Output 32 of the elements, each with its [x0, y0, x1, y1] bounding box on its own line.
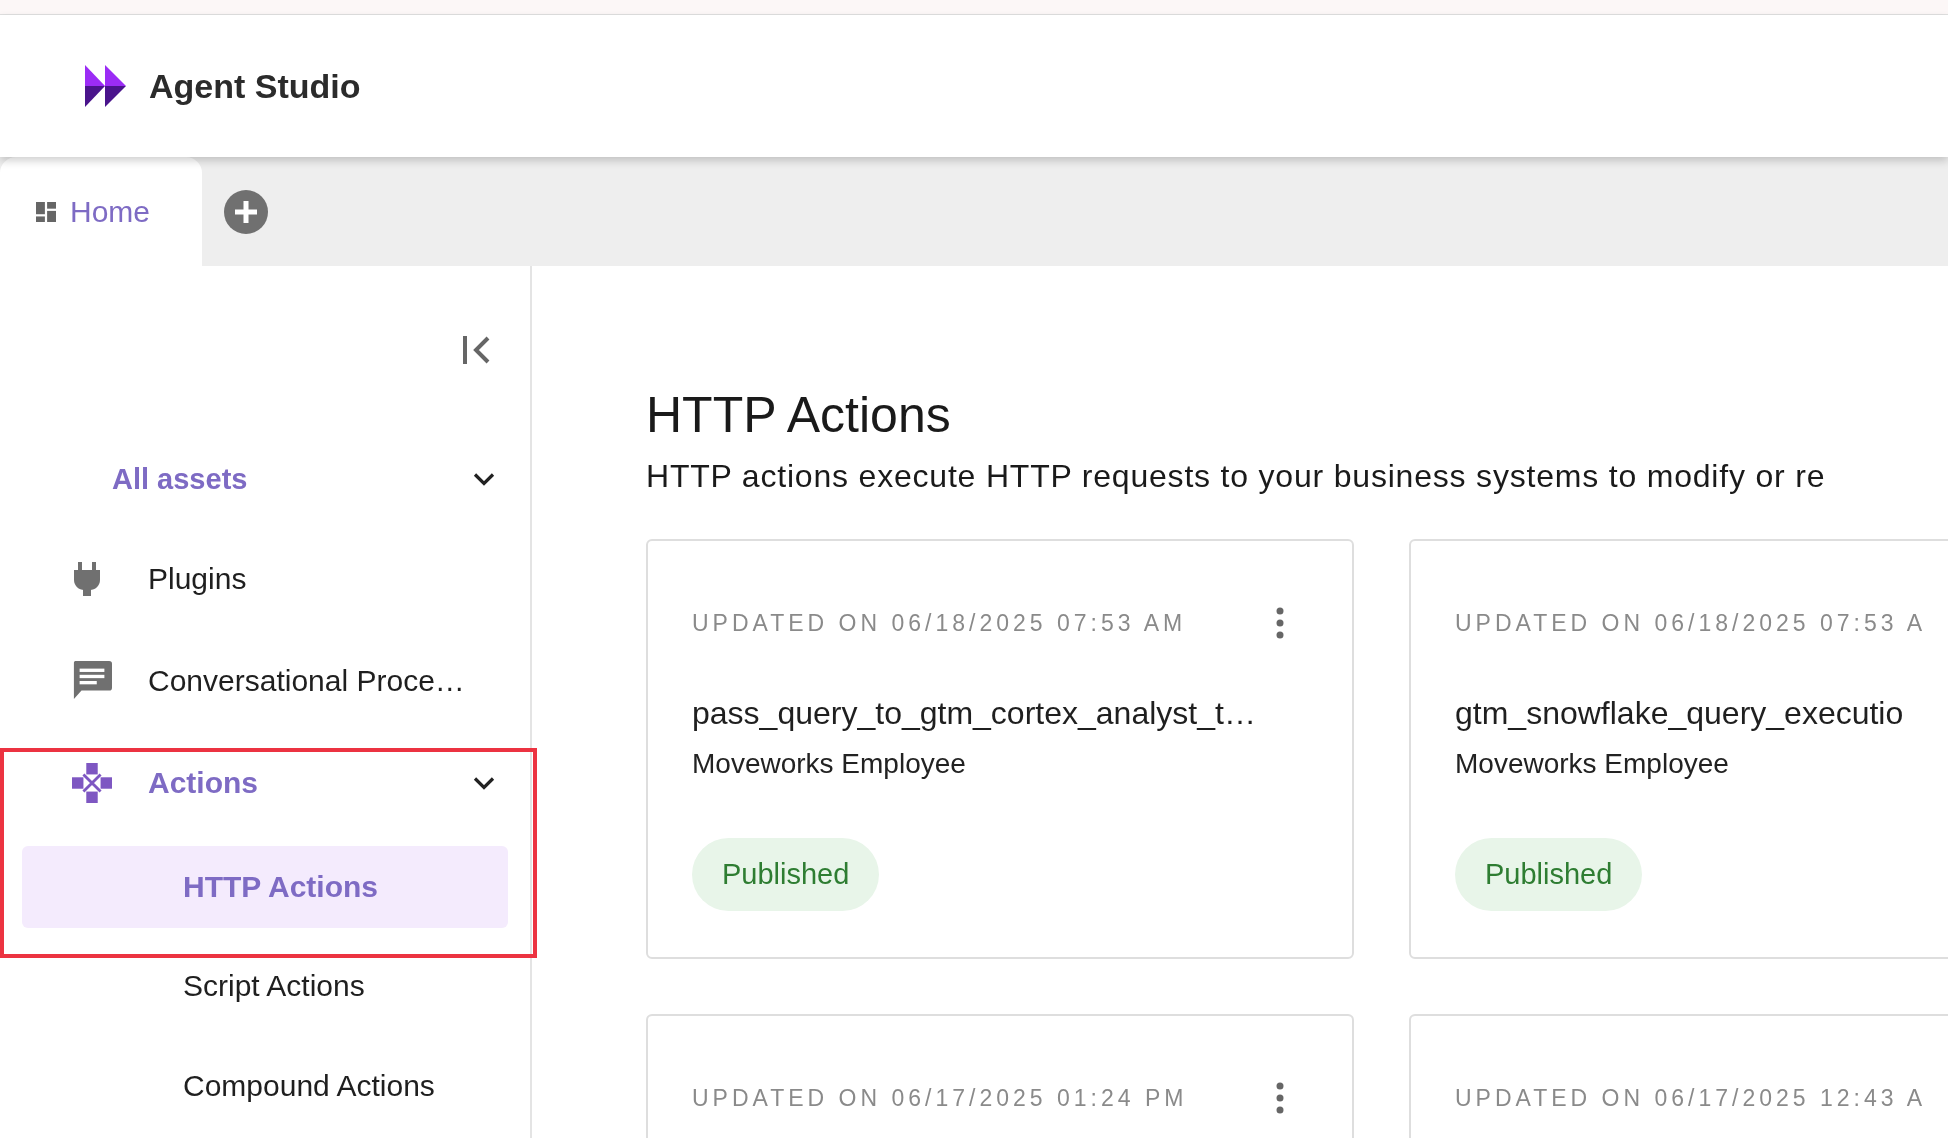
- updated-date: UPDATED ON 06/17/2025 12:43 A: [1455, 1084, 1926, 1112]
- nav-item[interactable]: Conversational Proce…: [0, 630, 530, 732]
- status-badge: Published: [692, 838, 880, 911]
- plug-icon: [72, 562, 102, 596]
- updated-date: UPDATED ON 06/17/2025 01:24 PM: [692, 1084, 1188, 1112]
- puzzle-cross-icon: [72, 763, 112, 803]
- page-description: HTTP actions execute HTTP requests to your business systems to modify or re: [646, 458, 1827, 495]
- nav-item[interactable]: Actions: [0, 732, 530, 834]
- nav-item[interactable]: Plugins: [0, 528, 530, 630]
- logo-icon: [85, 65, 127, 107]
- action-name: pass_query_to_gtm_cortex_analyst_t…: [692, 695, 1257, 732]
- sub-nav-item[interactable]: Script Actions: [22, 936, 508, 1036]
- home-tab[interactable]: Home: [0, 157, 202, 266]
- sub-nav-item[interactable]: HTTP Actions: [22, 846, 508, 928]
- dashboard-icon: [36, 201, 56, 222]
- updated-date: UPDATED ON 06/18/2025 07:53 A: [1455, 609, 1926, 637]
- sub-nav-item[interactable]: Compound Actions: [22, 1036, 508, 1136]
- updated-date: UPDATED ON 06/18/2025 07:53 AM: [692, 609, 1187, 637]
- collapse-sidebar-icon[interactable]: [462, 334, 492, 366]
- action-card[interactable]: UPDATED ON 06/18/2025 07:53 A gtm_snowflake_query_executio Moveworks Employee Published: [1409, 539, 1948, 959]
- action-card[interactable]: UPDATED ON 06/18/2025 07:53 AM pass_query_to_gtm_cortex_analyst_t… Moveworks Employee Published: [646, 539, 1354, 959]
- owner-name: Moveworks Employee: [1455, 748, 1730, 780]
- action-name: gtm_snowflake_query_executio: [1455, 695, 1905, 732]
- status-badge: Published: [1455, 838, 1643, 911]
- all-assets-dropdown[interactable]: All assets: [112, 444, 496, 514]
- chat-icon: [72, 661, 112, 701]
- owner-name: Moveworks Employee: [692, 748, 967, 780]
- add-tab-icon[interactable]: [224, 189, 268, 234]
- page-title: HTTP Actions: [646, 386, 952, 444]
- more-options-icon[interactable]: [1276, 1082, 1284, 1114]
- more-options-icon[interactable]: [1276, 607, 1284, 639]
- app-title: Agent Studio: [149, 66, 361, 106]
